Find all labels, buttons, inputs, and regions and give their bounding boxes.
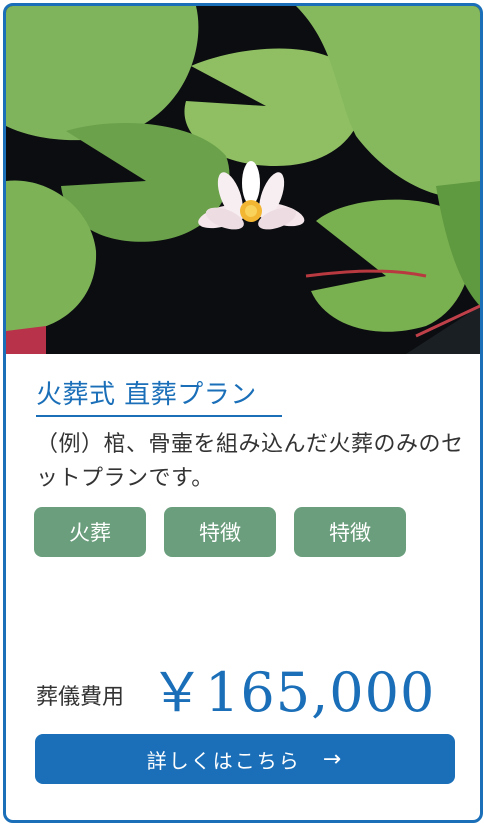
water-lily-photo xyxy=(6,6,480,354)
tag-cremation: 火葬 xyxy=(34,507,146,557)
arrow-right-icon: → xyxy=(322,746,344,772)
details-button[interactable]: 詳しくはこちら → xyxy=(35,734,455,784)
plan-card: 火葬式 直葬プラン （例）棺、骨壷を組み込んだ火葬のみのセットプランです。 火葬… xyxy=(3,3,483,823)
plan-description: （例）棺、骨壷を組み込んだ火葬のみのセットプランです。 xyxy=(36,432,464,491)
details-button-label: 詳しくはこちら xyxy=(146,748,301,773)
tag-feature: 特徴 xyxy=(294,507,406,557)
tag-feature: 特徴 xyxy=(164,507,276,557)
plan-title: 火葬式 直葬プラン xyxy=(36,374,282,417)
price-label: 葬儀費用 xyxy=(36,685,125,710)
price-value: ￥165,000 xyxy=(150,661,436,724)
tag-list: 火葬 特徴 特徴 xyxy=(34,507,406,557)
